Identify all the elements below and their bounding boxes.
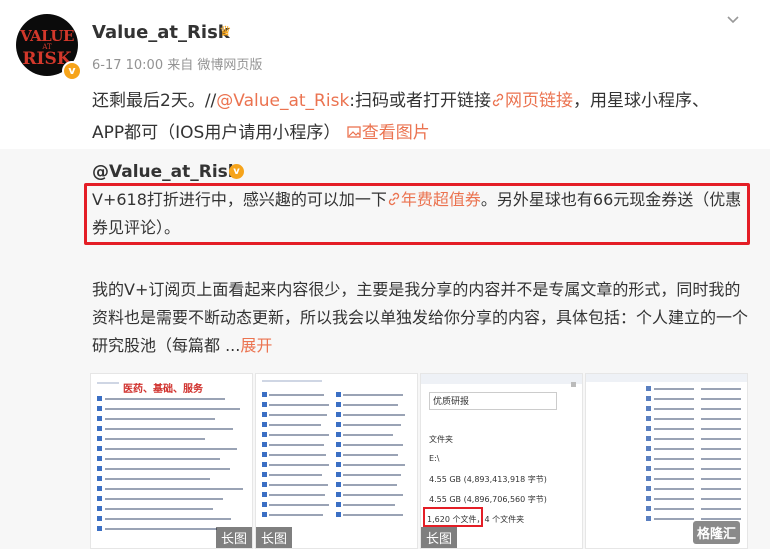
highlight-box xyxy=(84,183,750,245)
drive-label: E:\ xyxy=(429,454,440,463)
image-icon xyxy=(347,126,361,138)
web-link[interactable]: 网页链接 xyxy=(505,91,573,111)
repost-username[interactable]: @Value_at_Risk xyxy=(92,162,239,182)
post-text: 还剩最后2天。//@Value_at_Risk:扫码或者打开链接 网页链接，用星球… xyxy=(92,85,732,149)
type-label: 文件夹 xyxy=(429,435,453,444)
post-meta: 6-17 10:00 来自 微博网页版 xyxy=(92,58,263,73)
thumbnail-1[interactable]: 医药、基础、服务 长图 xyxy=(90,373,253,549)
size-1: 4.55 GB (4,893,413,918 字节) xyxy=(429,475,547,484)
mention-link[interactable]: @Value_at_Risk xyxy=(216,91,349,111)
repost-body-text: 我的V+订阅页上面看起来内容很少，主要是我分享的内容并不是专属文章的形式，同时我… xyxy=(92,280,749,355)
expand-link[interactable]: 展开 xyxy=(240,336,272,355)
crown-icon: ♛ xyxy=(219,24,232,40)
link-icon xyxy=(492,93,504,107)
post-text-mid: :扫码或者打开链接 xyxy=(349,91,492,111)
chevron-down-icon[interactable] xyxy=(727,14,739,26)
thumbnail-title: 医药、基础、服务 xyxy=(123,384,203,395)
verified-badge-icon: v xyxy=(62,61,82,81)
size-2: 4.55 GB (4,896,706,560 字节) xyxy=(429,495,547,504)
repost-verified-badge-icon: v xyxy=(229,164,244,179)
folder-name: 优质研报 xyxy=(429,392,557,410)
long-image-tag: 长图 xyxy=(256,527,293,548)
thumbnail-3[interactable]: 优质研报 文件夹 E:\ 4.55 GB (4,893,413,918 字节) … xyxy=(420,373,583,549)
long-image-tag: 长图 xyxy=(421,527,458,548)
post-text-prefix: 还剩最后2天。// xyxy=(92,91,217,111)
file-count-highlight xyxy=(423,507,483,527)
thumbnail-2[interactable]: 长图 xyxy=(255,373,418,549)
watermark: 格隆汇 xyxy=(693,521,741,544)
username[interactable]: Value_at_Risk xyxy=(92,22,230,43)
view-image-link[interactable]: 查看图片 xyxy=(362,123,430,143)
long-image-tag: 长图 xyxy=(215,527,252,548)
repost-body: 我的V+订阅页上面看起来内容很少，主要是我分享的内容并不是专属文章的形式，同时我… xyxy=(92,276,752,360)
